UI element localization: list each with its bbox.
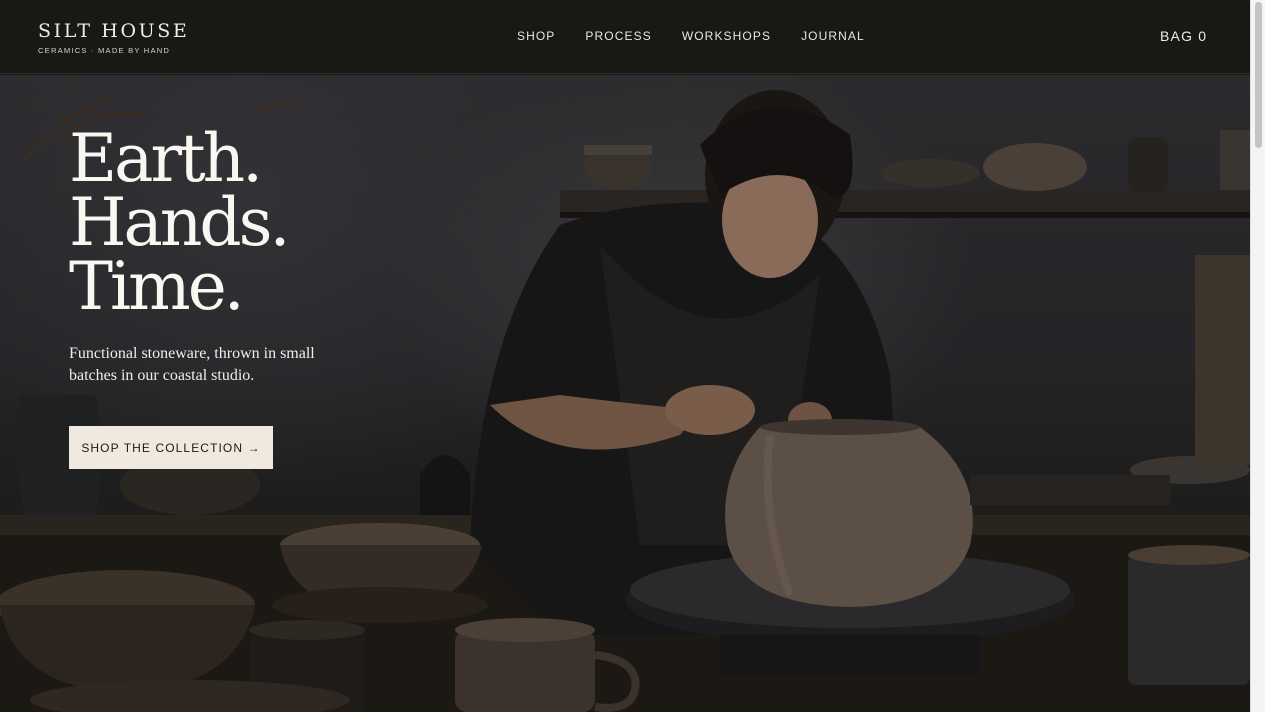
shop-collection-button[interactable]: SHOP THE COLLECTION → [69,426,273,469]
main-nav: SHOP PROCESS WORKSHOPS JOURNAL [517,29,895,44]
hero-section: Earth. Hands. Time. Functional stoneware… [0,75,1250,712]
brand-tagline: CERAMICS · MADE BY HAND [38,46,171,55]
nav-process[interactable]: PROCESS [585,29,651,44]
page-scrollbar[interactable] [1250,0,1265,712]
nav-workshops[interactable]: WORKSHOPS [682,29,771,44]
site-header: SILT HOUSE CERAMICS · MADE BY HAND SHOP … [0,0,1250,74]
brand-name: SILT HOUSE [38,20,190,42]
headline-line-hands: Hands. [69,184,291,261]
nav-journal[interactable]: JOURNAL [801,29,865,44]
headline-line-earth: Earth. [69,120,263,197]
scrollbar-thumb[interactable] [1255,2,1262,148]
hero-subcopy: Functional stoneware, thrown in small ba… [69,345,315,384]
headline-line-time: Time. [69,248,245,325]
brand-logo[interactable]: SILT HOUSE CERAMICS · MADE BY HAND [38,20,189,55]
hero-headline: Earth. Hands. Time. [69,120,339,325]
nav-shop[interactable]: SHOP [517,29,555,44]
hero-copy: Earth. Hands. Time. Functional stoneware… [69,120,339,387]
bag-link[interactable]: BAG 0 [1160,28,1207,44]
